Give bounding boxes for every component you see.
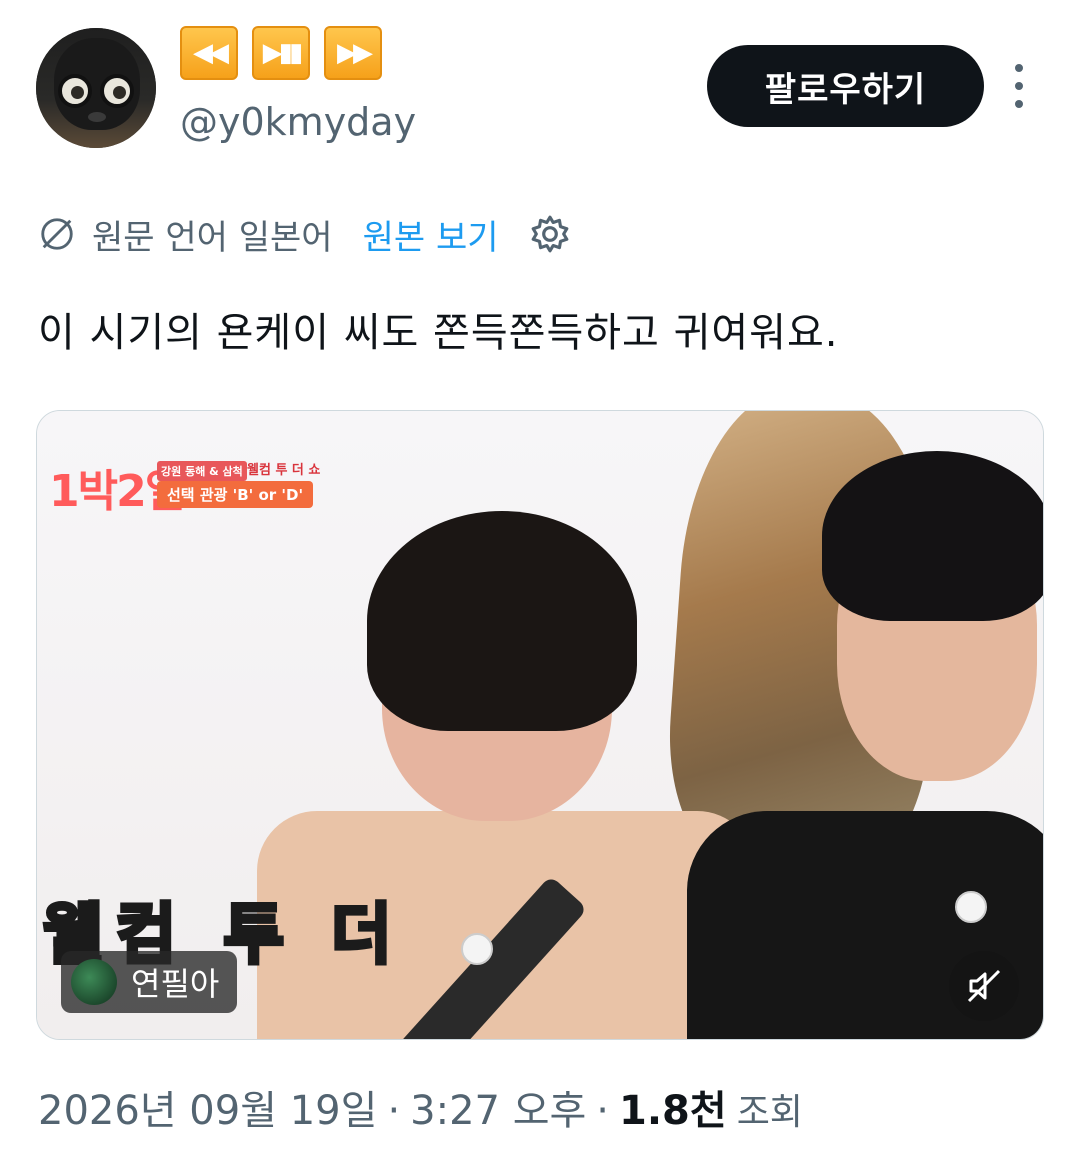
video-media[interactable]: 1박2일 강원 동해 & 삼척 웰컴 투 더 쇼 선택 관광 'B' or 'D… [36, 410, 1044, 1040]
tweet-text: 이 시기의 욘케이 씨도 쫀득쫀득하고 귀여워요. [38, 310, 839, 356]
mic-left-icon [461, 933, 493, 965]
avatar-right-eye [100, 74, 134, 108]
show-original-link[interactable]: 원본 보기 [363, 210, 499, 259]
tweet-meta: 2026년 09월 19일 · 3:27 오후 · 1.8천 조회 [38, 1078, 803, 1136]
author-avatar[interactable] [36, 28, 156, 148]
translation-bar: 원문 언어 일본어 원본 보기 [38, 210, 571, 258]
speaker-muted-icon [967, 969, 1001, 1003]
tweet-time[interactable]: 3:27 오후 [410, 1078, 586, 1136]
translate-globe-icon [41, 218, 73, 250]
more-options-icon[interactable] [1004, 64, 1034, 108]
location-tag: 강원 동해 & 삼척 [157, 461, 247, 481]
view-count: 1.8천 [619, 1088, 727, 1134]
follow-button[interactable]: 팔로우하기 [707, 45, 984, 127]
avatar-left-eye [58, 74, 92, 108]
rewind-emoji-icon: ◀◀ [180, 26, 238, 80]
episode-title-tag: 웰컴 투 더 쇼 [247, 463, 321, 478]
uploader-name: 연필아 [131, 965, 220, 1003]
tweet-date[interactable]: 2026년 09월 19일 [38, 1078, 377, 1136]
author-handle[interactable]: @y0kmyday [180, 100, 416, 144]
mute-toggle-button[interactable] [949, 951, 1019, 1021]
segment-pill: 선택 관광 'B' or 'D' [157, 481, 314, 508]
view-label: 조회 [736, 1092, 803, 1133]
meta-separator: · [596, 1088, 610, 1134]
play-pause-emoji-icon: ▶▮▮ [252, 26, 310, 80]
gear-icon[interactable] [529, 213, 571, 255]
source-language-label: 원문 언어 일본어 [92, 217, 333, 258]
author-display-name[interactable]: ◀◀ ▶▮▮ ▶▶ [180, 26, 382, 80]
person-left-hair [367, 511, 637, 731]
avatar-nose [88, 112, 106, 122]
uploader-avatar [71, 959, 117, 1005]
person-right-hair [822, 451, 1043, 621]
meta-separator: · [387, 1088, 401, 1134]
mic-right-icon [955, 891, 987, 923]
fast-forward-emoji-icon: ▶▶ [324, 26, 382, 80]
media-uploader-badge[interactable]: 연필아 [61, 951, 238, 1013]
